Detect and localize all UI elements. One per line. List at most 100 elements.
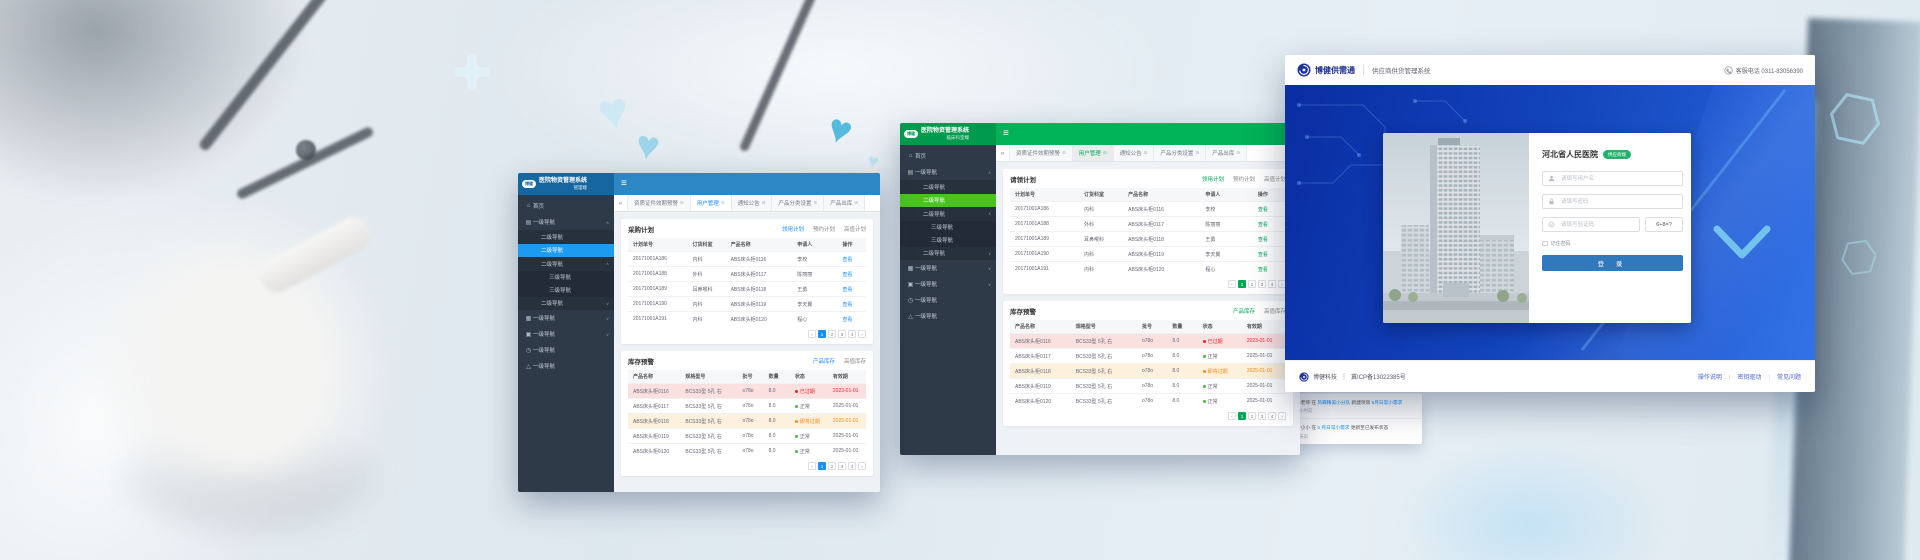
tab[interactable]: 资质证件效期预警 [628,195,691,211]
sidebar-item[interactable]: 二级导航 [900,207,996,221]
view-link[interactable]: 查看 [1253,262,1286,277]
sidebar-item[interactable]: 三级导航 [518,284,614,297]
sidebar-item[interactable]: ◷ 一级导航 [900,292,996,308]
footer-link[interactable]: 操作说明 [1698,372,1722,381]
sidebar-item[interactable]: 二级导航 [900,180,996,194]
sidebar-item[interactable]: ⌂ 首页 [518,198,614,214]
tab[interactable]: 资质证件效期预警 [1010,145,1073,161]
card-link[interactable]: 预约计划 [813,225,835,233]
view-link[interactable]: 查看 [1253,247,1286,262]
card-link[interactable]: 高值库存 [844,357,866,365]
page-button[interactable]: 3 [838,462,846,470]
card-link[interactable]: 产品库存 [813,357,835,365]
page-button[interactable]: 3 [1258,412,1266,420]
footer-link[interactable]: 常见问题 [1761,372,1801,381]
table-header-row: 产品名称 规格型号 批号 数量 状态 有效期 [628,370,866,384]
view-link[interactable]: 查看 [1253,217,1286,232]
tab[interactable]: 产品分类设置 [772,195,824,211]
sidebar-item[interactable]: 二级导航 [900,247,996,261]
view-link[interactable]: 查看 [837,252,866,267]
sidebar-item[interactable]: ◷ 一级导航 [518,342,614,358]
page-button[interactable]: 1 [1238,280,1246,288]
view-link[interactable]: 查看 [837,282,866,297]
page-button[interactable]: › [1278,412,1286,420]
collapse-tabs-icon[interactable]: « [996,145,1010,161]
status-dot [795,390,798,393]
sidebar-item[interactable]: 二级导航 [518,230,614,244]
sidebar-item[interactable]: ▤ 一级导航 [518,214,614,230]
page-button[interactable]: ‹ [808,462,816,470]
sidebar-item[interactable]: ▣ 一级导航 [518,326,614,342]
view-link[interactable]: 查看 [837,297,866,312]
sidebar-item[interactable]: ▤ 一级导航 [900,164,996,180]
tab[interactable]: 通知公告 [732,195,773,211]
page-button[interactable]: 1 [818,462,826,470]
sidebar-item[interactable]: 三级导航 [900,221,996,234]
tab[interactable]: 产品出库 [824,195,865,211]
notification-link[interactable]: 5月日常小需求 [1372,400,1403,405]
sidebar-item[interactable]: 二级导航 [518,257,614,271]
notification-link[interactable]: 凤蝶精美小分队 [1317,400,1350,405]
footer-link[interactable]: 密钥驱动 [1722,372,1762,381]
card-link[interactable]: 预约计划 [1233,175,1255,183]
page-button[interactable]: 2 [1248,280,1256,288]
sidebar-item[interactable]: ▣ 一级导航 [900,276,996,292]
tab[interactable]: 通知公告 [1114,145,1155,161]
page-button[interactable]: ‹ [808,330,816,338]
username-field [1542,171,1683,186]
sidebar-item[interactable]: 三级导航 [900,234,996,247]
view-link[interactable]: 查看 [1253,202,1286,217]
page-button[interactable]: 2 [828,330,836,338]
page-button[interactable]: › [858,462,866,470]
menu-toggle-icon[interactable]: ≡ [1003,129,1009,139]
collapse-tabs-icon[interactable]: « [614,195,628,211]
card-link[interactable]: 高值计划 [1264,175,1286,183]
sidebar-item[interactable]: 三级导航 [518,271,614,284]
tab[interactable]: 产品分类设置 [1154,145,1206,161]
brand-swirl-logo [1299,372,1309,382]
sidebar-item[interactable]: ▦ 一级导航 [900,260,996,276]
password-input[interactable] [1559,198,1677,206]
sidebar-item[interactable]: ⌂ 首页 [900,148,996,164]
sidebar-item[interactable]: △ 一级导航 [518,358,614,374]
page-button[interactable]: 4 [848,462,856,470]
page-button[interactable]: 4 [1268,412,1276,420]
page-button[interactable]: › [858,330,866,338]
page-button[interactable]: 2 [828,462,836,470]
hexagon-outline-icon [1838,238,1881,278]
sidebar-item[interactable]: △ 一级导航 [900,308,996,324]
top-header: ≡ [614,173,880,195]
notification-link[interactable]: 5 月日常小需求 [1317,425,1349,430]
view-link[interactable]: 查看 [837,267,866,282]
captcha-input[interactable] [1559,221,1634,229]
sidebar-item[interactable]: 二级导航 [518,244,614,258]
card-link[interactable]: 领用计划 [1202,175,1224,183]
tab[interactable]: 用户管理 [1073,145,1114,161]
card-link[interactable]: 领用计划 [782,225,804,233]
page-button[interactable]: ‹ [1228,412,1236,420]
view-link[interactable]: 查看 [837,312,866,327]
page-button[interactable]: 3 [838,330,846,338]
page-button[interactable]: 4 [1268,280,1276,288]
menu-toggle-icon[interactable]: ≡ [621,179,627,189]
page-button[interactable]: 3 [1258,280,1266,288]
page-button[interactable]: 1 [818,330,826,338]
sidebar-item[interactable]: 二级导航 [900,194,996,208]
view-link[interactable]: 查看 [1253,232,1286,247]
page-button[interactable]: ‹ [1228,280,1236,288]
tab[interactable]: 产品出库 [1206,145,1247,161]
notification-item: 付小小 在 5 月日常小需求 更新至已发布状态 3 天前 [1289,418,1422,443]
sidebar-item[interactable]: 二级导航 [518,297,614,311]
page-button[interactable]: 2 [1248,412,1256,420]
card-link[interactable]: 高值库存 [1264,307,1286,315]
card-link[interactable]: 高值计划 [844,225,866,233]
page-button[interactable]: 1 [1238,412,1246,420]
warning-icon: △ [524,363,533,370]
login-button[interactable]: 登 录 [1542,255,1683,271]
tab[interactable]: 用户管理 [691,195,732,211]
page-button[interactable]: 4 [848,330,856,338]
remember-checkbox[interactable] [1542,241,1548,247]
card-link[interactable]: 产品库存 [1233,307,1255,315]
sidebar-item[interactable]: ▦ 一级导航 [518,310,614,326]
username-input[interactable] [1559,175,1677,183]
